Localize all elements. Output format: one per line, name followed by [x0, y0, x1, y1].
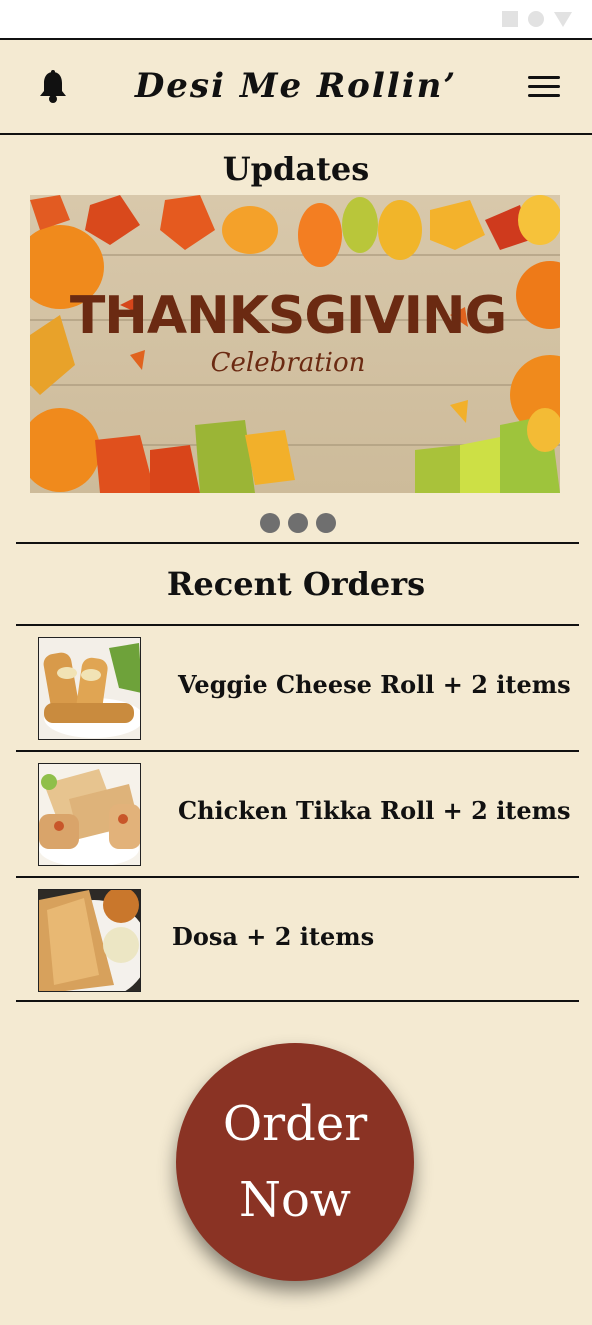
system-icons [502, 11, 572, 27]
chicken-tikka-roll-image [38, 763, 141, 866]
promo-banner[interactable]: THANKSGIVING Celebration [30, 195, 560, 493]
carousel-dot[interactable] [288, 513, 308, 533]
app-screen: Desi Me Rollin’ Updates THANKSGIVING Cel… [0, 38, 592, 1325]
order-item-label: Chicken Tikka Roll + 2 items [178, 796, 571, 825]
carousel-dot[interactable] [316, 513, 336, 533]
status-bar [0, 0, 592, 38]
order-item-label: Dosa + 2 items [172, 922, 375, 951]
order-item-chicken-tikka-roll[interactable]: Chicken Tikka Roll + 2 items [16, 752, 579, 876]
order-now-line1: Order [222, 1096, 368, 1152]
recent-apps-icon [502, 11, 518, 27]
recent-orders-heading: Recent Orders [166, 565, 426, 603]
hamburger-menu-icon[interactable] [528, 76, 560, 98]
updates-heading: Updates [222, 150, 370, 188]
order-item-veggie-cheese-roll[interactable]: Veggie Cheese Roll + 2 items [16, 626, 579, 750]
banner-subline: Celebration [211, 348, 366, 378]
divider [16, 542, 579, 544]
order-item-label: Veggie Cheese Roll + 2 items [178, 670, 571, 699]
order-now-line2: Now [239, 1172, 351, 1228]
order-item-dosa[interactable]: Dosa + 2 items [16, 878, 579, 1002]
banner-headline: THANKSGIVING [70, 286, 506, 346]
dosa-image [38, 889, 141, 992]
divider [16, 1000, 579, 1002]
home-icon [528, 11, 544, 27]
back-icon [554, 11, 572, 27]
veggie-cheese-roll-image [38, 637, 141, 740]
app-header: Desi Me Rollin’ [0, 40, 592, 135]
order-now-button[interactable]: Order Now [176, 1043, 414, 1281]
carousel-dot[interactable] [260, 513, 280, 533]
app-title: Desi Me Rollin’ [134, 66, 458, 106]
carousel-dots[interactable] [260, 513, 336, 533]
